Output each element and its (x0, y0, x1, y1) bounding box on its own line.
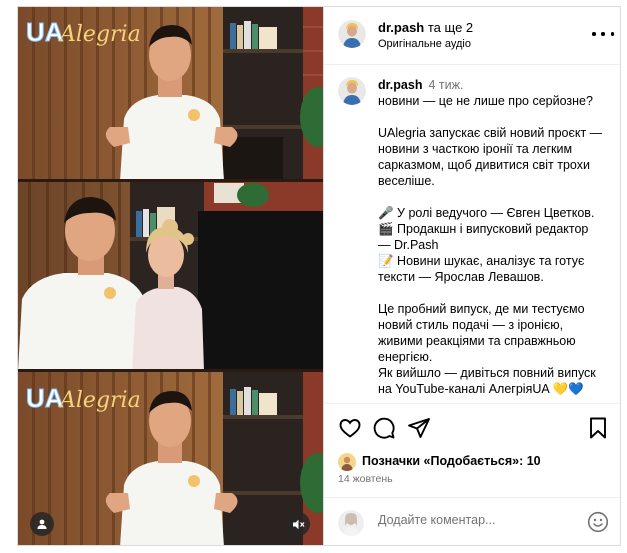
more-options-button[interactable] (592, 25, 614, 43)
audio-link[interactable]: Оригінальне аудіо (378, 38, 471, 50)
comment-icon[interactable] (372, 416, 396, 440)
caption-line: сарказмом, щоб дивитися світ трохи (378, 158, 590, 172)
more-icon (610, 32, 614, 36)
logo-ua-text: UA (26, 383, 64, 413)
logo-script-text: Alegria (58, 388, 141, 413)
video-frame-2-image (18, 181, 323, 371)
tagged-users-button[interactable] (30, 512, 54, 536)
mute-icon (292, 519, 304, 529)
user-icon (37, 519, 47, 529)
comment-input[interactable] (378, 513, 578, 527)
video-frame-1: UA Alegria (18, 7, 323, 181)
caption-line: UAlegria запускає свій новий проєкт — (378, 126, 603, 140)
video-frame-1-image: UA Alegria (18, 7, 323, 181)
caption-line: новий стиль подачі — з іронією, (378, 318, 564, 332)
mute-button[interactable] (286, 512, 310, 536)
post-header: dr.pash та ще 2 Оригінальне аудіо (324, 7, 620, 65)
caption-line: на YouTube-каналі АлегріяUA 💛💙 (378, 382, 584, 396)
frame-separator (18, 369, 323, 372)
avatar (338, 510, 364, 536)
caption-line: енергією. (378, 350, 433, 364)
caption-line (378, 285, 610, 301)
liker-avatar-image (338, 453, 356, 471)
post-dialog: UA Alegria UA Alegria dr.pash та ще 2 Ор… (17, 6, 621, 546)
emoji-icon[interactable] (587, 511, 609, 533)
likes-number: 10 (526, 454, 541, 468)
caption-line: — Dr.Pash (378, 238, 439, 252)
post-sidebar: dr.pash та ще 2 Оригінальне аудіо dr.pas… (323, 7, 620, 545)
caption-line: 🎤 У ролі ведучого — Євген Цветков. (378, 206, 595, 220)
logo-script-text: Alegria (58, 22, 141, 47)
video-frame-3: UA Alegria (18, 371, 323, 545)
likes-label: Позначки «Подобається»: (362, 454, 524, 468)
video-frame-3-image: UA Alegria (18, 371, 323, 545)
caption-line: новини — це не лише про серйозне? (378, 94, 593, 108)
share-icon[interactable] (407, 416, 431, 440)
bookmark-icon[interactable] (586, 416, 610, 440)
caption-line: 🎬 Продакшн і випусковий редактор (378, 222, 589, 236)
caption-line (378, 109, 610, 125)
post-author: dr.pash та ще 2 (378, 20, 473, 35)
username-link[interactable]: dr.pash (378, 20, 424, 35)
caption-line: Це пробний випуск, де ми тестуємо (378, 302, 585, 316)
caption-line: тексти — Ярослав Левашов. (378, 270, 544, 284)
more-icon (601, 32, 605, 36)
avatar[interactable] (338, 20, 366, 48)
post-date[interactable]: 14 жовтень (338, 473, 393, 485)
logo-ua-text: UA (26, 17, 64, 47)
caption-line: 📝 Новини шукає, аналізує та готує (378, 254, 585, 268)
caption-time: 4 тиж. (428, 78, 464, 92)
video-frame-2 (18, 181, 323, 371)
caption-line: живими реакціями та справжньою (378, 334, 576, 348)
liker-avatar (338, 453, 356, 471)
likes-count[interactable]: Позначки «Подобається»: 10 (362, 454, 541, 468)
caption-line: новини з часткою іронії та легким (378, 142, 573, 156)
caption-text: dr.pash 4 тиж. новини — це не лише про се… (378, 77, 610, 397)
current-user-avatar-image (338, 510, 364, 536)
heart-icon[interactable] (338, 416, 362, 440)
avatar[interactable] (338, 77, 366, 105)
frame-separator (18, 179, 323, 182)
caption-line: веселіше. (378, 174, 435, 188)
caption-header: dr.pash 4 тиж. (378, 77, 610, 93)
avatar-image (338, 77, 366, 105)
more-icon (592, 32, 596, 36)
caption-username[interactable]: dr.pash (378, 78, 422, 92)
comment-bar (324, 497, 620, 545)
caption-area[interactable]: dr.pash 4 тиж. новини — це не лише про се… (324, 65, 620, 403)
post-video[interactable]: UA Alegria UA Alegria (18, 7, 323, 545)
collaborators-link[interactable]: та ще 2 (428, 20, 473, 35)
avatar-image (338, 20, 366, 48)
caption-line: Як вийшло — дивіться повний випуск (378, 366, 596, 380)
caption-line (378, 189, 610, 205)
